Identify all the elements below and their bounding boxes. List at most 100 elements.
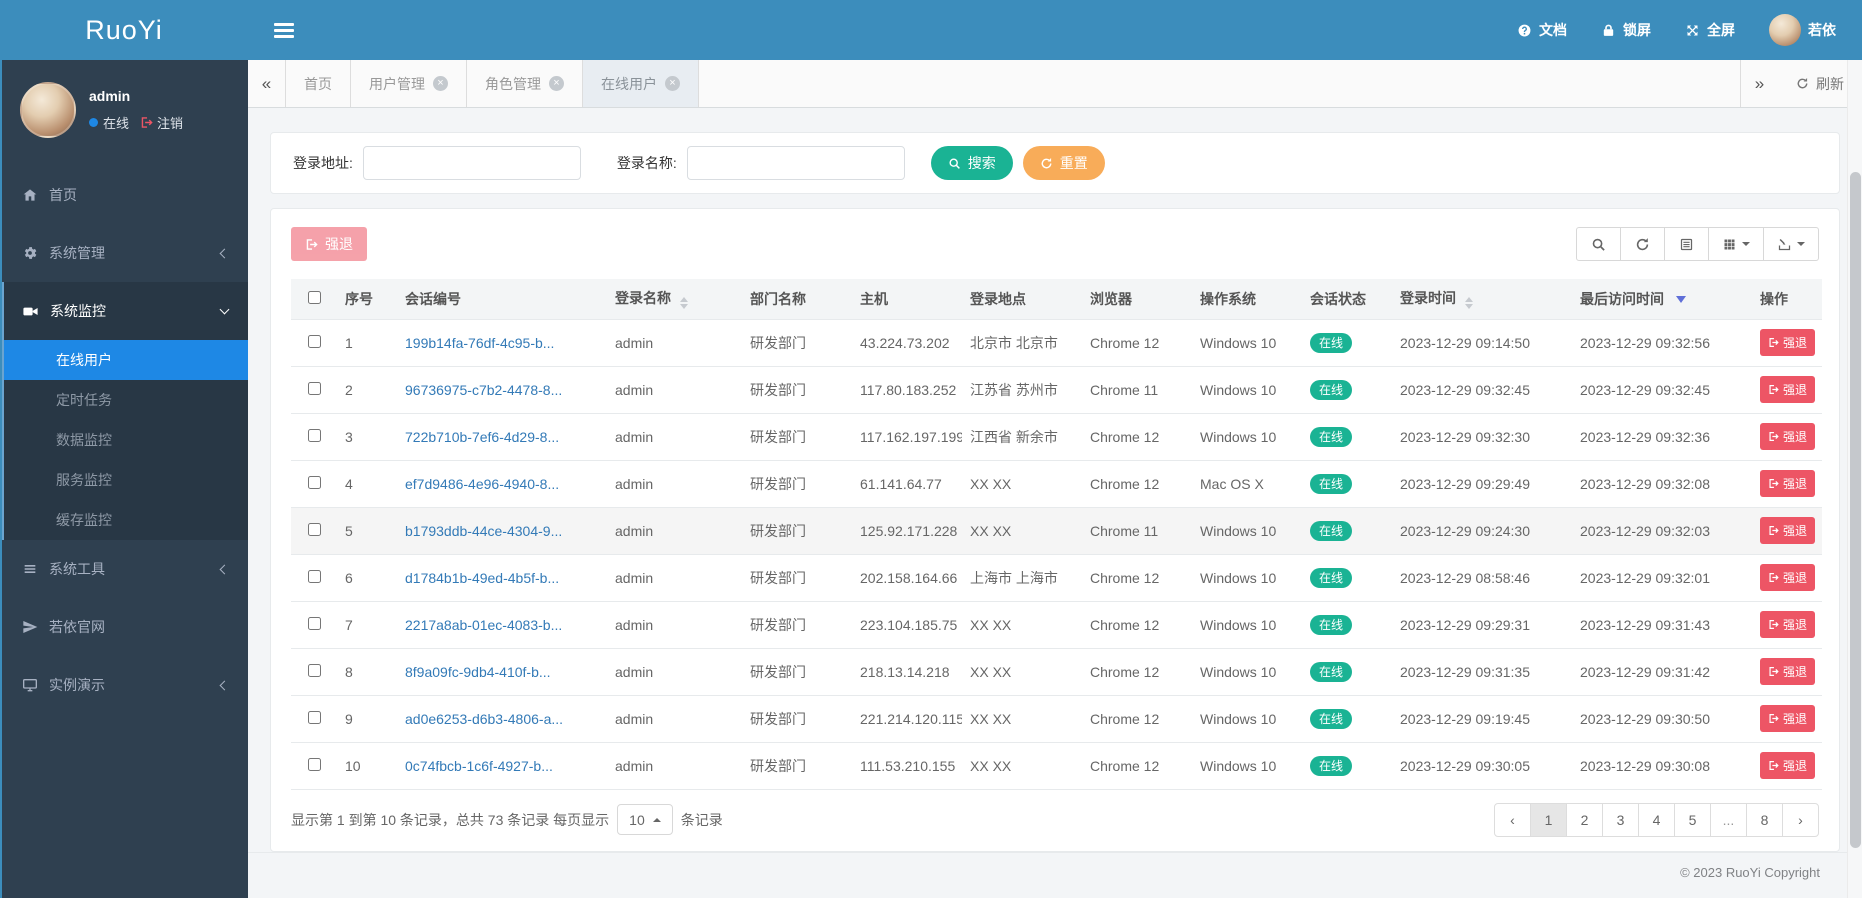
- tab-user-management[interactable]: 用户管理 ×: [351, 60, 467, 107]
- force-logout-button[interactable]: 强退: [1760, 564, 1816, 591]
- force-logout-button[interactable]: 强退: [1760, 329, 1816, 356]
- col-login-name[interactable]: 登录名称: [607, 279, 742, 320]
- login-name-input[interactable]: [686, 146, 905, 180]
- login-name-label: 登录名称:: [616, 155, 677, 171]
- sidebar-item-service-monitor[interactable]: 服务监控: [4, 460, 248, 500]
- session-id-link[interactable]: 8f9a09fc-9db4-410f-b...: [405, 664, 551, 680]
- select-all-checkbox[interactable]: [307, 290, 321, 304]
- row-checkbox[interactable]: [307, 616, 321, 630]
- tab-online-users[interactable]: 在线用户 ×: [583, 60, 699, 107]
- doc-link[interactable]: 文档: [1517, 20, 1567, 40]
- user-menu[interactable]: 若依: [1769, 14, 1836, 46]
- host-cell: 117.80.183.252: [852, 366, 962, 414]
- batch-force-logout-button[interactable]: 强退: [291, 227, 367, 261]
- session-id-link[interactable]: 722b710b-7ef6-4d29-8...: [405, 429, 559, 445]
- page-size-select[interactable]: 10: [617, 804, 673, 835]
- caret-down-icon: [1797, 242, 1805, 246]
- row-checkbox[interactable]: [307, 522, 321, 536]
- row-checkbox[interactable]: [307, 475, 321, 489]
- sidebar-item-cache-monitor[interactable]: 缓存监控: [4, 500, 248, 540]
- toolbar-detail-view-button[interactable]: [1664, 227, 1709, 261]
- logout-link[interactable]: 注销: [140, 113, 183, 132]
- expand-icon: [1685, 23, 1700, 38]
- session-id-cell: 0c74fbcb-1c6f-4927-b...: [397, 742, 607, 790]
- sidebar-item-demo[interactable]: 实例演示: [0, 656, 248, 714]
- lock-screen-button[interactable]: 锁屏: [1601, 20, 1651, 40]
- session-id-link[interactable]: b1793ddb-44ce-4304-9...: [405, 523, 562, 539]
- table-row: 9 ad0e6253-d6b3-4806-a... admin 研发部门 221.214…: [291, 695, 1822, 743]
- force-logout-button[interactable]: 强退: [1760, 376, 1816, 403]
- session-id-link[interactable]: d1784b1b-49ed-4b5f-b...: [405, 570, 559, 586]
- row-checkbox[interactable]: [307, 663, 321, 677]
- app-window: RuoYi admin 在线 注销 首页 系统管理 系统监控 在线用户 定时任务…: [0, 0, 1862, 898]
- col-last-access-time[interactable]: 最后访问时间: [1572, 279, 1752, 320]
- tabs-scroll-left-button[interactable]: «: [248, 60, 286, 107]
- scrollbar-thumb[interactable]: [1850, 172, 1861, 848]
- toolbar-columns-button[interactable]: [1708, 227, 1764, 261]
- session-id-link[interactable]: 2217a8ab-01ec-4083-b...: [405, 617, 562, 633]
- row-index-cell: 1: [337, 319, 397, 367]
- hamburger-icon[interactable]: [274, 20, 294, 41]
- os-cell: Windows 10: [1192, 695, 1302, 743]
- row-checkbox[interactable]: [307, 428, 321, 442]
- row-index-cell: 3: [337, 413, 397, 461]
- page-prev-button[interactable]: ‹: [1494, 802, 1531, 837]
- login-name-cell: admin: [607, 413, 742, 461]
- force-logout-button[interactable]: 强退: [1760, 752, 1816, 779]
- session-id-link[interactable]: 0c74fbcb-1c6f-4927-b...: [405, 758, 553, 774]
- tab-role-management[interactable]: 角色管理 ×: [467, 60, 583, 107]
- department-cell: 研发部门: [742, 742, 852, 790]
- search-button[interactable]: 搜索: [930, 146, 1013, 180]
- row-checkbox[interactable]: [307, 334, 321, 348]
- sidebar-item-online-users[interactable]: 在线用户: [4, 340, 248, 380]
- page-number-button[interactable]: 4: [1638, 802, 1675, 837]
- page-next-button[interactable]: ›: [1782, 802, 1819, 837]
- close-icon[interactable]: ×: [433, 76, 448, 91]
- sidebar-item-home[interactable]: 首页: [0, 166, 248, 224]
- session-id-link[interactable]: 96736975-c7b2-4478-8...: [405, 382, 562, 398]
- scrollbar[interactable]: [1847, 60, 1862, 898]
- toolbar-refresh-button[interactable]: [1620, 227, 1665, 261]
- toolbar-search-button[interactable]: [1576, 227, 1621, 261]
- row-index-cell: 4: [337, 460, 397, 508]
- sidebar-item-ruoyi-website[interactable]: 若依官网: [0, 598, 248, 656]
- last-access-time-cell: 2023-12-29 09:32:03: [1572, 507, 1752, 555]
- force-logout-button[interactable]: 强退: [1760, 705, 1816, 732]
- app-logo[interactable]: RuoYi: [0, 0, 248, 60]
- page-number-button[interactable]: 1: [1530, 802, 1567, 837]
- reset-button[interactable]: 重置: [1022, 146, 1105, 180]
- close-icon[interactable]: ×: [549, 76, 564, 91]
- force-logout-button[interactable]: 强退: [1760, 517, 1816, 544]
- close-icon[interactable]: ×: [665, 76, 680, 91]
- page-number-button[interactable]: 2: [1566, 802, 1603, 837]
- login-address-input[interactable]: [362, 146, 581, 180]
- row-checkbox[interactable]: [307, 569, 321, 583]
- user-name: admin: [89, 88, 131, 104]
- toolbar-export-button[interactable]: [1763, 227, 1819, 261]
- page-number-button[interactable]: 3: [1602, 802, 1639, 837]
- sidebar-item-system-management[interactable]: 系统管理: [0, 224, 248, 282]
- col-login-time[interactable]: 登录时间: [1392, 279, 1572, 320]
- user-avatar[interactable]: [20, 82, 76, 138]
- page-number-button[interactable]: 5: [1674, 802, 1711, 837]
- sidebar-item-system-tools[interactable]: 系统工具: [0, 540, 248, 598]
- force-logout-button[interactable]: 强退: [1760, 658, 1816, 685]
- col-session-id: 会话编号: [397, 279, 607, 320]
- row-checkbox[interactable]: [307, 757, 321, 771]
- force-logout-button[interactable]: 强退: [1760, 470, 1816, 497]
- tab-home[interactable]: 首页: [286, 60, 351, 107]
- force-logout-button[interactable]: 强退: [1760, 423, 1816, 450]
- page-number-button[interactable]: 8: [1746, 802, 1783, 837]
- sidebar-item-system-monitor[interactable]: 系统监控: [4, 282, 248, 340]
- fullscreen-button[interactable]: 全屏: [1685, 20, 1735, 40]
- sidebar-item-data-monitor[interactable]: 数据监控: [4, 420, 248, 460]
- force-logout-button[interactable]: 强退: [1760, 611, 1816, 638]
- session-id-link[interactable]: 199b14fa-76df-4c95-b...: [405, 335, 554, 351]
- session-id-link[interactable]: ef7d9486-4e96-4940-8...: [405, 476, 559, 492]
- chevron-down-icon: [219, 304, 230, 315]
- tabs-scroll-right-button[interactable]: »: [1740, 60, 1778, 107]
- sidebar-item-scheduled-tasks[interactable]: 定时任务: [4, 380, 248, 420]
- row-checkbox[interactable]: [307, 381, 321, 395]
- session-id-link[interactable]: ad0e6253-d6b3-4806-a...: [405, 711, 563, 727]
- row-checkbox[interactable]: [307, 710, 321, 724]
